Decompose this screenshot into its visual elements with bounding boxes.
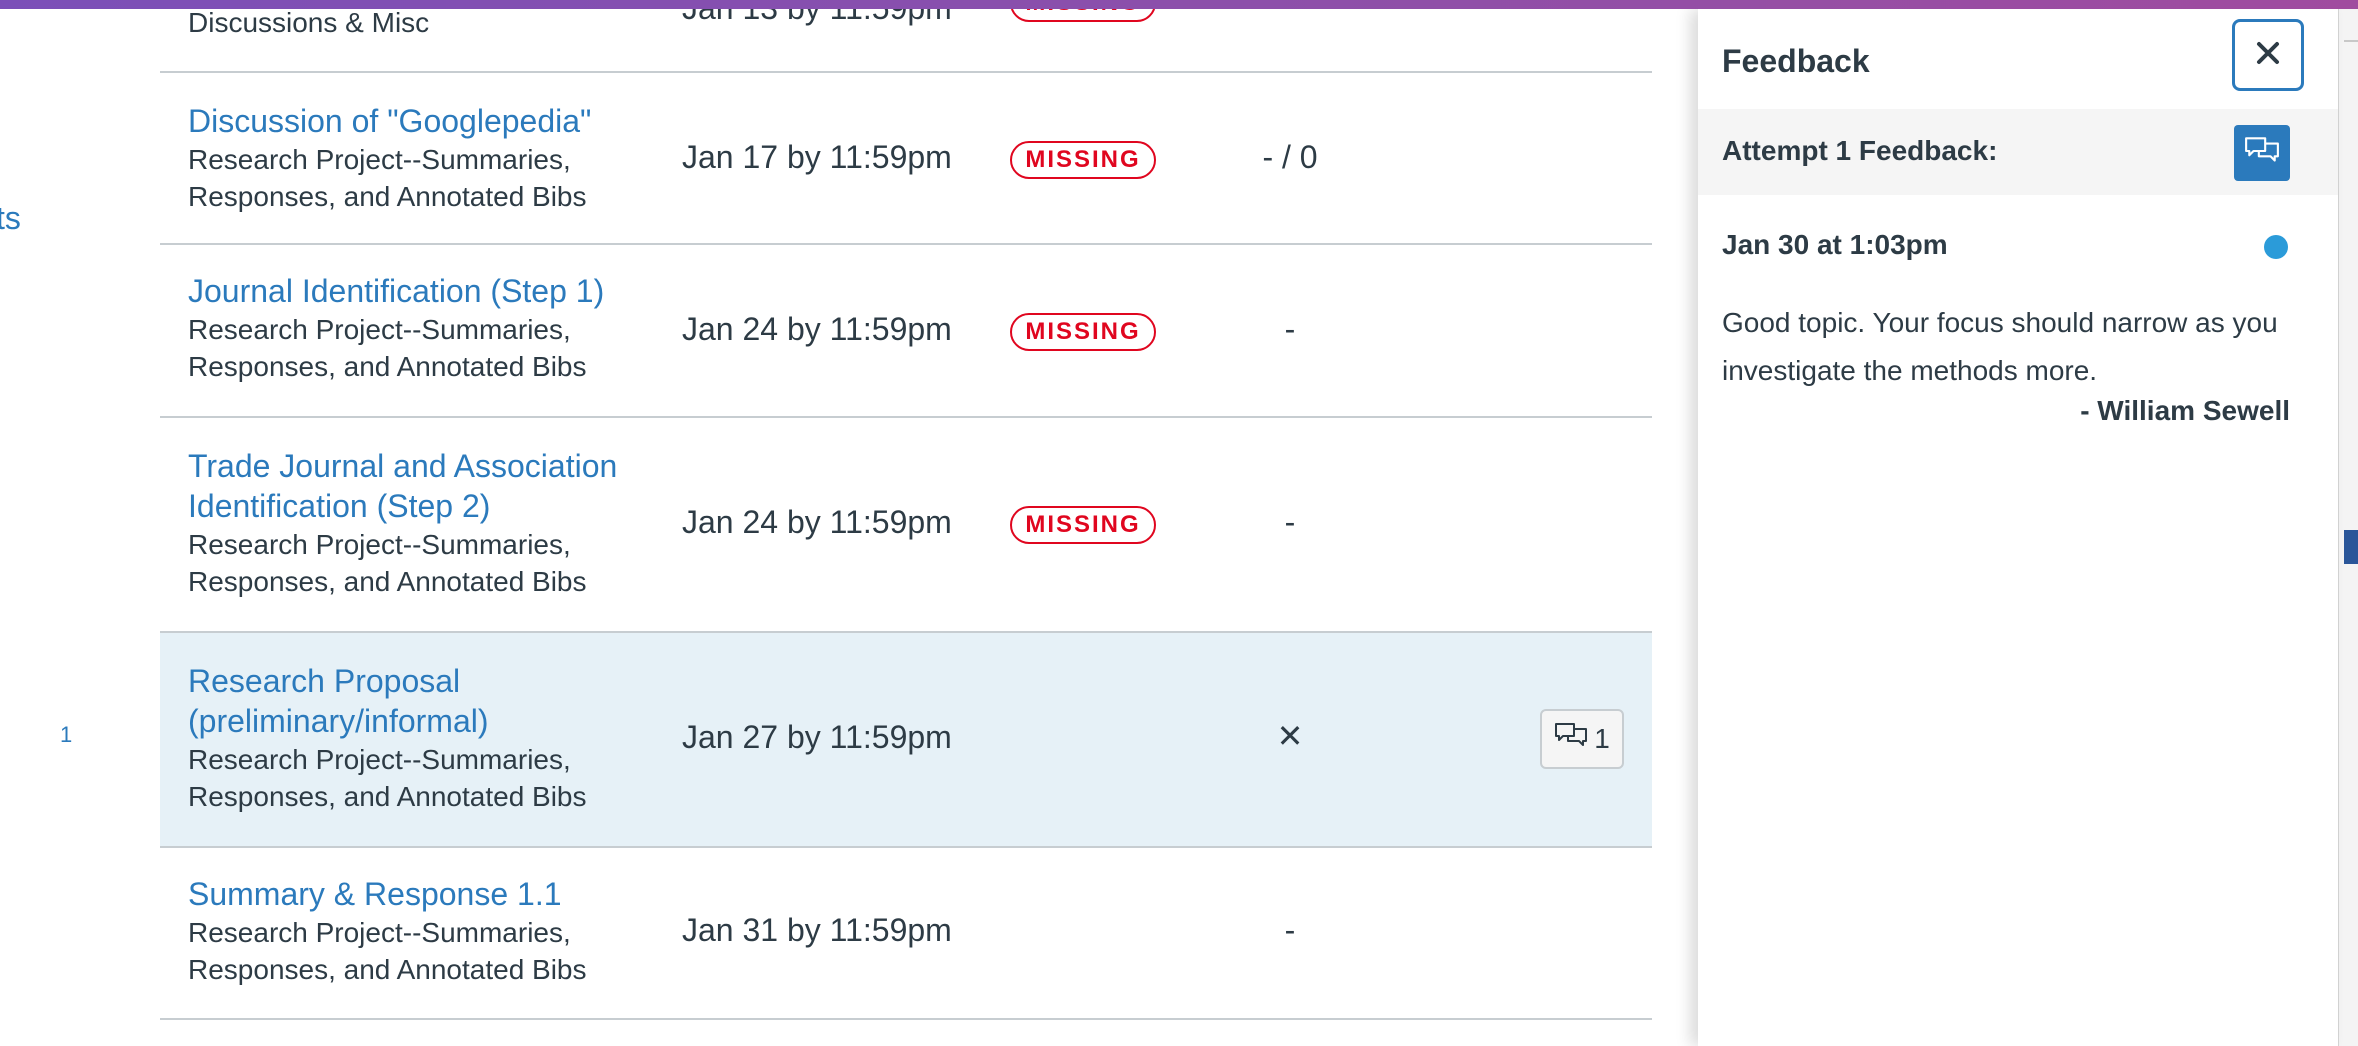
assignment-link[interactable]: Journal Identification (Step 1) — [188, 271, 648, 311]
due-date: Jan 24 by 11:59pm — [682, 504, 952, 540]
assignment-category: Research Project--Summaries, Responses, … — [188, 314, 587, 382]
left-nav-fragment[interactable]: ts — [0, 200, 21, 237]
assignment-category: Research Project--Summaries, Responses, … — [188, 144, 587, 212]
grades-table: Discussions & Misc Jan 13 by 11:59pm MIS… — [160, 0, 1652, 1046]
missing-badge: MISSING — [1010, 506, 1156, 544]
score: - — [1284, 311, 1296, 347]
feedback-tray: Feedback Attempt 1 Feedback: Jan 30 at 1… — [1698, 9, 2338, 1046]
assignment-category: Research Project--Summaries, Responses, … — [188, 917, 587, 985]
comments-button[interactable]: 1 — [1540, 709, 1624, 769]
comment-count: 1 — [1594, 723, 1610, 754]
assignment-title-cell: Discussion of "Googlepedia" Research Pro… — [188, 101, 648, 215]
score: - / 0 — [1262, 139, 1318, 175]
assignment-title-cell: Discussions & Misc — [188, 4, 648, 41]
assignment-link[interactable]: Trade Journal and Association Identifica… — [188, 446, 648, 526]
table-row: Discussions & Misc Jan 13 by 11:59pm MIS… — [160, 0, 1652, 73]
assignment-category: Discussions & Misc — [188, 7, 430, 38]
assignment-link[interactable]: Research Proposal (preliminary/informal) — [188, 661, 648, 741]
window-edge-tab — [2344, 530, 2358, 564]
attempt-comments-button[interactable] — [2234, 125, 2290, 181]
table-row: Trade Journal and Association Identifica… — [160, 418, 1652, 633]
close-icon — [2255, 40, 2281, 71]
assignment-title-cell: Summary & Response 1.1 Research Project-… — [188, 874, 648, 988]
comment-author: - William Sewell — [2080, 395, 2290, 426]
assignment-title-cell: Research Proposal (preliminary/informal)… — [188, 661, 648, 815]
table-row: Journal Identification (Step 1) Research… — [160, 245, 1652, 418]
due-date: Jan 27 by 11:59pm — [682, 719, 952, 755]
missing-badge: MISSING — [1010, 313, 1156, 351]
comments-icon — [2244, 135, 2280, 172]
table-row-selected: Research Proposal (preliminary/informal)… — [160, 633, 1652, 848]
due-date: Jan 17 by 11:59pm — [682, 139, 952, 175]
table-row: Summary & Response 1.1 Research Project-… — [160, 848, 1652, 1020]
comments-icon — [1554, 721, 1588, 758]
unread-dot-icon — [2264, 235, 2288, 259]
table-row: Discussion of "Googlepedia" Research Pro… — [160, 73, 1652, 245]
assignment-category: Research Project--Summaries, Responses, … — [188, 529, 587, 597]
assignment-title-cell: Trade Journal and Association Identifica… — [188, 446, 648, 600]
assignment-title-cell: Journal Identification (Step 1) Research… — [188, 271, 648, 385]
missing-badge: MISSING — [1010, 141, 1156, 179]
comment-body: Good topic. Your focus should narrow as … — [1722, 307, 2278, 386]
assignment-link[interactable]: Discussion of "Googlepedia" — [188, 101, 648, 141]
assignment-link[interactable]: Summary & Response 1.1 — [188, 874, 648, 914]
feedback-heading: Feedback — [1722, 43, 1870, 79]
score: - — [1284, 504, 1296, 540]
due-date: Jan 31 by 11:59pm — [682, 912, 952, 948]
score: - — [1284, 912, 1296, 948]
window-edge-divider — [2344, 40, 2358, 42]
attempt-feedback-bar: Attempt 1 Feedback: — [1698, 109, 2338, 195]
top-accent-strip — [0, 0, 2358, 9]
score-excused-mark: ✕ — [1276, 718, 1304, 754]
due-date: Jan 24 by 11:59pm — [682, 311, 952, 347]
close-button[interactable] — [2232, 19, 2304, 91]
comment-date: Jan 30 at 1:03pm — [1722, 229, 1948, 260]
left-nav-unread-count: 1 — [60, 722, 73, 747]
assignment-category: Research Project--Summaries, Responses, … — [188, 744, 587, 812]
window-edge — [2338, 9, 2358, 1046]
attempt-label: Attempt 1 Feedback: — [1722, 135, 1998, 166]
